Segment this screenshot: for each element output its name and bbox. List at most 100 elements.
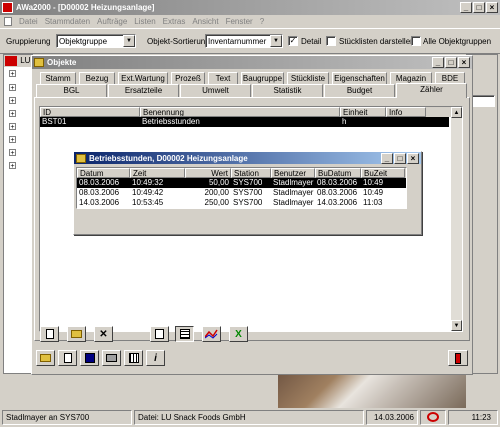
delete-button[interactable]: ✕ bbox=[94, 326, 113, 342]
table-body: 08.03.2006 10:49:32 50,00 SYS700 Stadlmayer 0… bbox=[77, 178, 406, 208]
table-cell: 11:03 bbox=[363, 198, 383, 207]
menu-item[interactable]: Aufträge bbox=[97, 17, 127, 26]
main-bottom-toolbar: i bbox=[32, 350, 472, 368]
tree-expand-icon[interactable]: + bbox=[9, 70, 16, 78]
info-button[interactable]: i bbox=[146, 350, 165, 366]
column-header[interactable]: Benutzer bbox=[271, 168, 315, 178]
line-chart-icon bbox=[205, 329, 218, 339]
maximize-button[interactable]: □ bbox=[394, 152, 406, 164]
table-cell: Stadlmayer bbox=[273, 188, 314, 197]
objekte-titlebar: Objekte _ □ × bbox=[32, 56, 472, 69]
tab[interactable]: Umwelt bbox=[180, 84, 251, 97]
table-cell: h bbox=[342, 117, 347, 126]
close-button[interactable]: × bbox=[458, 57, 470, 68]
menu-item[interactable]: Extras bbox=[163, 17, 186, 26]
table-cell: 14.03.2006 bbox=[79, 198, 120, 207]
table-row[interactable]: 14.03.2006 10:53:45 250,00 SYS700 Stadlmayer… bbox=[77, 198, 406, 208]
detail-label: Detail bbox=[301, 37, 322, 46]
scroll-up-icon[interactable]: ▲ bbox=[451, 107, 462, 118]
network-icon bbox=[427, 412, 439, 422]
table-row[interactable]: 08.03.2006 10:49:42 200,00 SYS700 Stadlmayer… bbox=[77, 188, 406, 198]
table-cell: Betriebsstunden bbox=[142, 117, 200, 126]
table-cell: Stadlmayer bbox=[273, 198, 314, 207]
tab[interactable]: Zähler bbox=[396, 83, 467, 98]
exit-button[interactable] bbox=[448, 350, 468, 366]
tree-expand-icon[interactable]: + bbox=[9, 149, 16, 157]
calculator-button[interactable] bbox=[150, 326, 169, 342]
menu-item[interactable]: Stammdaten bbox=[45, 17, 90, 26]
sortierung-select[interactable]: Inventarnummer ▼ bbox=[205, 34, 283, 48]
detail-checkbox[interactable]: ✓ bbox=[288, 36, 298, 46]
right-field[interactable] bbox=[471, 95, 495, 107]
column-header[interactable]: Info bbox=[386, 107, 426, 117]
table-cell: 08.03.2006 bbox=[79, 178, 120, 187]
table-cell: 200,00 bbox=[204, 188, 229, 197]
table-cell: 08.03.2006 bbox=[317, 178, 358, 187]
tree-expand-icon[interactable]: + bbox=[9, 162, 16, 170]
column-header[interactable]: BuDatum bbox=[315, 168, 361, 178]
column-header[interactable]: Wert bbox=[185, 168, 231, 178]
tree-expand-icon[interactable]: + bbox=[9, 136, 16, 144]
excel-icon: X bbox=[235, 328, 242, 340]
column-header[interactable]: BuZeit bbox=[361, 168, 405, 178]
tab[interactable]: Statistik bbox=[252, 84, 323, 97]
table-row[interactable]: 08.03.2006 10:49:32 50,00 SYS700 Stadlmayer 0… bbox=[77, 178, 406, 188]
gruppierung-select[interactable]: Objektgruppe ▼ bbox=[56, 34, 136, 48]
status-file: Datei: LU Snack Foods GmbH bbox=[134, 410, 364, 425]
minimize-button[interactable]: _ bbox=[381, 152, 393, 164]
menu-item[interactable]: Datei bbox=[19, 17, 38, 26]
filter-toolbar: Gruppierung Objektgruppe ▼ Objekt-Sortie… bbox=[0, 28, 500, 54]
close-button[interactable]: × bbox=[486, 2, 498, 13]
tree-expand-icon[interactable]: + bbox=[9, 97, 16, 105]
table-cell: 10:53:45 bbox=[132, 198, 164, 207]
table-cell: 08.03.2006 bbox=[317, 188, 358, 197]
stuecklisten-checkbox[interactable] bbox=[326, 36, 336, 46]
tree-expand-icon[interactable]: + bbox=[9, 123, 16, 131]
table-header: Datum Zeit Wert Station Benutzer BuDatum BuZei… bbox=[77, 168, 406, 178]
chart-button[interactable] bbox=[202, 326, 221, 342]
table-row[interactable]: BST01 Betriebsstunden h bbox=[40, 117, 449, 127]
menu-item[interactable]: Ansicht bbox=[192, 17, 218, 26]
column-header[interactable]: Zeit bbox=[130, 168, 185, 178]
vertical-scrollbar[interactable]: ▲ ▼ bbox=[451, 107, 462, 331]
menu-item[interactable]: Listen bbox=[134, 17, 155, 26]
save-button[interactable] bbox=[80, 350, 99, 366]
open-folder-button[interactable] bbox=[67, 326, 86, 342]
tab[interactable]: Budget bbox=[324, 84, 395, 97]
column-header[interactable]: Einheit bbox=[340, 107, 386, 117]
tree-expand-icon[interactable]: + bbox=[9, 110, 16, 118]
menu-item[interactable]: Fenster bbox=[226, 17, 253, 26]
open-button[interactable] bbox=[36, 350, 55, 366]
column-header[interactable]: ID bbox=[40, 107, 140, 117]
grid-button[interactable] bbox=[124, 350, 143, 366]
exit-door-icon bbox=[455, 352, 461, 364]
tab[interactable]: Ersatzteile bbox=[108, 84, 179, 97]
excel-export-button[interactable]: X bbox=[229, 326, 248, 342]
minimize-button[interactable]: _ bbox=[460, 2, 472, 13]
minimize-button[interactable]: _ bbox=[432, 57, 444, 68]
alle-objektgruppen-checkbox[interactable] bbox=[411, 36, 421, 46]
column-header[interactable]: Benennung bbox=[140, 107, 340, 117]
close-button[interactable]: × bbox=[407, 152, 419, 164]
scroll-down-icon[interactable]: ▼ bbox=[451, 320, 462, 331]
objekte-window-icon bbox=[34, 58, 44, 67]
chevron-down-icon[interactable]: ▼ bbox=[123, 35, 135, 47]
table-view-button[interactable] bbox=[175, 326, 194, 342]
chevron-down-icon[interactable]: ▼ bbox=[270, 35, 282, 47]
column-header[interactable]: Datum bbox=[77, 168, 130, 178]
tab[interactable]: BGL bbox=[36, 84, 107, 97]
floppy-disk-icon bbox=[84, 353, 95, 363]
table-cell: Stadlmayer bbox=[273, 178, 314, 187]
table-cell: 14.03.2006 bbox=[317, 198, 358, 207]
table-body: BST01 Betriebsstunden h bbox=[40, 117, 462, 127]
copy-button[interactable] bbox=[58, 350, 77, 366]
print-button[interactable] bbox=[102, 350, 121, 366]
tree-expand-icon[interactable]: + bbox=[9, 84, 16, 92]
open-folder-icon bbox=[40, 354, 51, 362]
maximize-button[interactable]: □ bbox=[473, 2, 485, 13]
column-header[interactable]: Station bbox=[231, 168, 271, 178]
sortierung-value: Inventarnummer bbox=[208, 36, 267, 46]
maximize-button[interactable]: □ bbox=[445, 57, 457, 68]
menu-item[interactable]: ? bbox=[260, 17, 264, 26]
new-document-button[interactable] bbox=[40, 326, 59, 342]
